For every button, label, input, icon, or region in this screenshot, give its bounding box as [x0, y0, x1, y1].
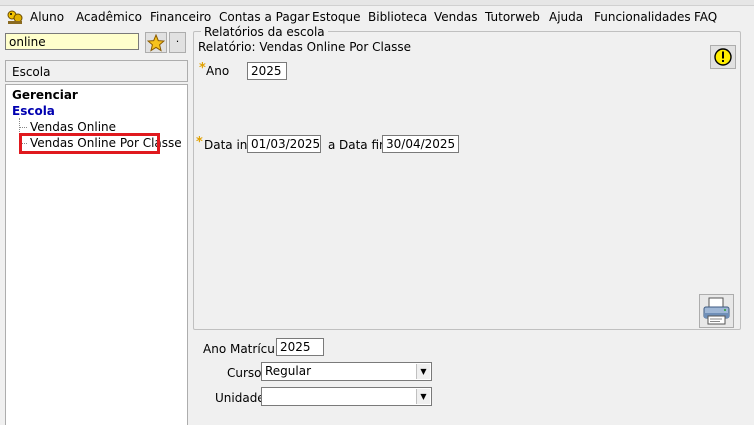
menu-aluno[interactable]: Aluno [30, 10, 64, 24]
tree-group-escola[interactable]: Escola [12, 104, 55, 118]
warning-icon [714, 48, 732, 66]
menu-vendas[interactable]: Vendas [434, 10, 478, 24]
ano-matricula-label: Ano Matrícula [203, 342, 286, 356]
ano-input[interactable]: 2025 [247, 62, 287, 80]
app-logo-icon[interactable] [6, 9, 24, 26]
required-marker: * [196, 135, 203, 150]
report-subtitle: Relatório: Vendas Online Por Classe [198, 40, 412, 54]
date-range-separator: a [328, 138, 336, 152]
curso-select[interactable]: Regular ▼ [261, 362, 432, 381]
tree-branch-dash [19, 127, 27, 128]
data-fim-input[interactable]: 30/04/2025 [382, 135, 459, 153]
menu-bar: Aluno Acadêmico Financeiro Contas a Paga… [0, 6, 754, 28]
report-group-title: Relatórios da escola [201, 25, 328, 39]
printer-icon [703, 297, 730, 325]
chevron-down-icon[interactable]: ▼ [416, 389, 430, 404]
star-icon [146, 33, 166, 52]
menu-faq[interactable]: FAQ [694, 10, 717, 24]
selected-item-highlight [19, 133, 160, 154]
tree-item-vendas-online[interactable]: Vendas Online [30, 120, 116, 134]
unidade-select[interactable]: ▼ [261, 387, 432, 406]
curso-select-value: Regular [265, 364, 312, 378]
sidebar-header: Escola [5, 60, 188, 82]
menu-estoque[interactable]: Estoque [312, 10, 361, 24]
more-options-button[interactable]: · [169, 32, 186, 53]
menu-biblioteca[interactable]: Biblioteca [368, 10, 427, 24]
menu-funcionalidades[interactable]: Funcionalidades [594, 10, 691, 24]
warning-button[interactable] [710, 45, 736, 69]
chevron-down-icon[interactable]: ▼ [416, 364, 430, 379]
menu-contas-a-pagar[interactable]: Contas a Pagar [219, 10, 310, 24]
menu-academico[interactable]: Acadêmico [76, 10, 142, 24]
data-ini-input[interactable]: 01/03/2025 [247, 135, 321, 153]
menu-tutorweb[interactable]: Tutorweb [485, 10, 540, 24]
data-ini-label: Data ini [204, 138, 251, 152]
menu-financeiro[interactable]: Financeiro [150, 10, 211, 24]
unidade-label: Unidade [215, 391, 265, 405]
tree-root-gerenciar[interactable]: Gerenciar [12, 88, 78, 102]
required-marker: * [199, 61, 206, 76]
menu-ajuda[interactable]: Ajuda [549, 10, 583, 24]
print-button[interactable] [699, 294, 734, 328]
curso-label: Curso [227, 366, 262, 380]
search-input[interactable]: online [5, 33, 139, 50]
favorite-button[interactable] [145, 32, 167, 53]
ano-matricula-input[interactable]: 2025 [276, 338, 324, 356]
ano-label: Ano [206, 64, 230, 78]
